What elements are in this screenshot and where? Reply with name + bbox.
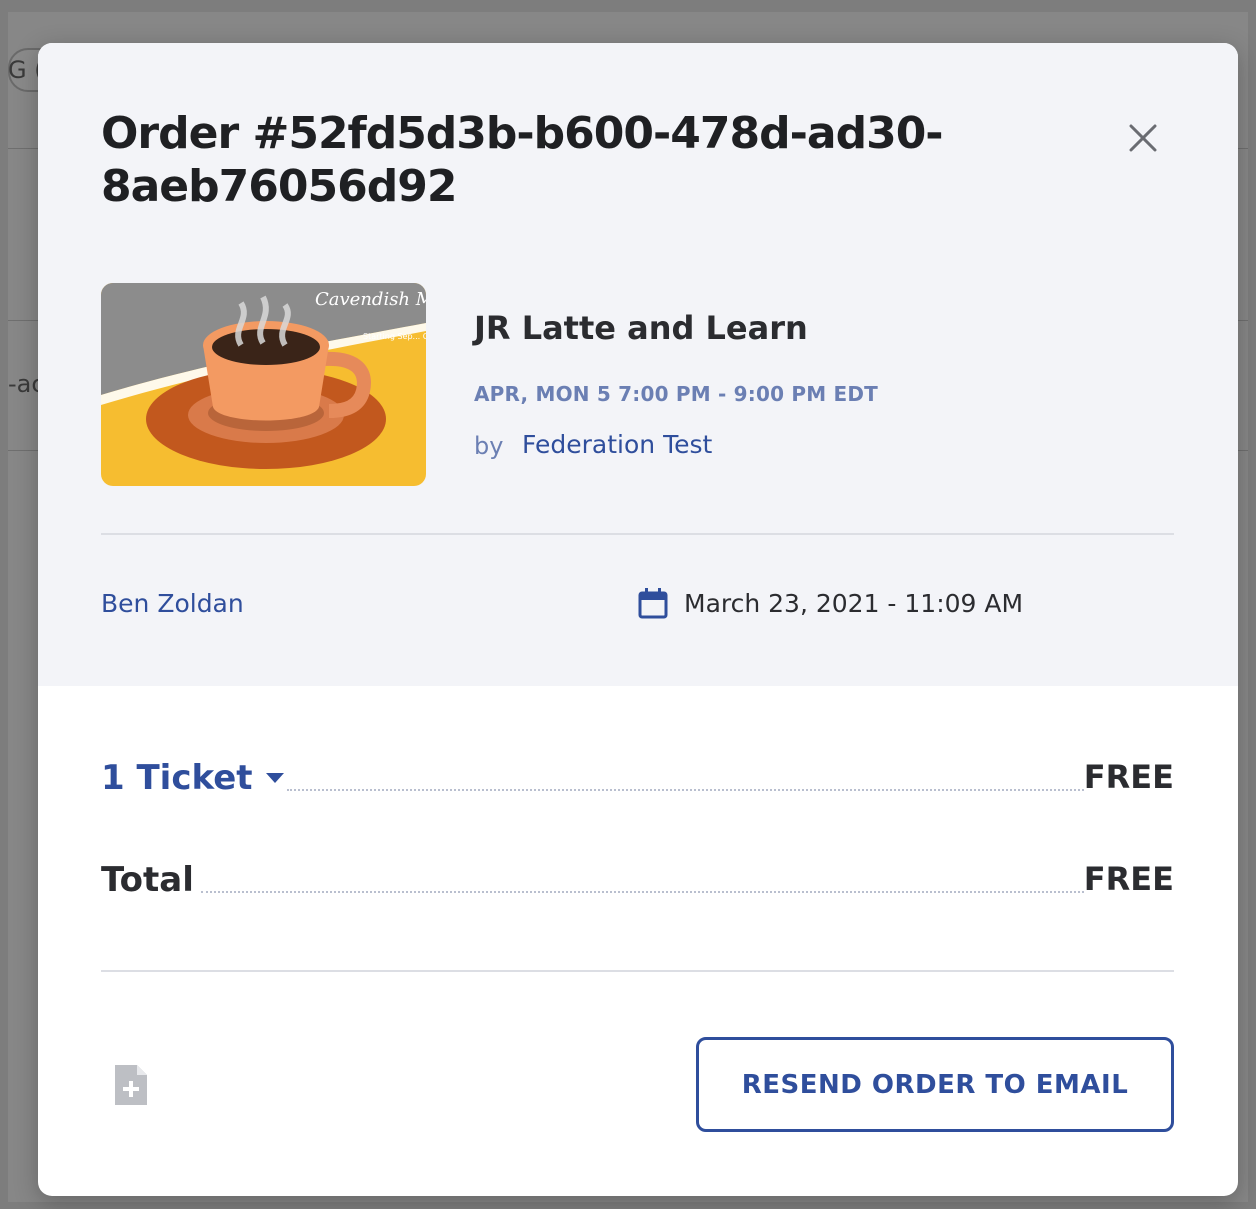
image-subcaption: Starting Sep... GREATS 1... [363,332,426,341]
ticket-price: FREE [1083,758,1174,796]
file-add-icon[interactable] [113,1063,149,1107]
order-summary-header: Order #52fd5d3b-b600-478d-ad30-8aeb76056… [38,43,1238,686]
buyer-name-link[interactable]: Ben Zoldan [101,589,244,618]
total-price: FREE [1083,860,1174,898]
event-image: Cavendish M Starting Sep... GREATS 1... [101,283,426,486]
total-label: Total [101,860,194,900]
calendar-icon [638,588,668,619]
order-details-modal: Order #52fd5d3b-b600-478d-ad30-8aeb76056… [38,43,1238,1196]
close-button[interactable] [1124,119,1162,157]
ticket-row: 1 Ticket FREE [101,758,1174,802]
total-leader-line [201,891,1084,893]
resend-order-button[interactable]: RESEND ORDER TO EMAIL [696,1037,1174,1132]
total-row: Total FREE [101,860,1174,904]
organizer-by-label: by [474,432,504,460]
ticket-leader-line [287,789,1084,791]
organizer-link[interactable]: Federation Test [522,430,712,459]
close-icon [1129,124,1157,152]
order-datetime: March 23, 2021 - 11:09 AM [684,589,1024,618]
caret-down-icon [265,773,284,783]
event-title: JR Latte and Learn [474,309,808,347]
header-divider [101,533,1174,535]
order-title: Order #52fd5d3b-b600-478d-ad30-8aeb76056… [101,108,944,212]
image-caption: Cavendish M [315,289,426,310]
ticket-dropdown[interactable]: 1 Ticket [101,758,285,798]
footer-divider [101,970,1174,972]
event-datetime: APR, MON 5 7:00 PM - 9:00 PM EDT [474,382,878,406]
ticket-count-label: 1 Ticket [101,758,253,798]
